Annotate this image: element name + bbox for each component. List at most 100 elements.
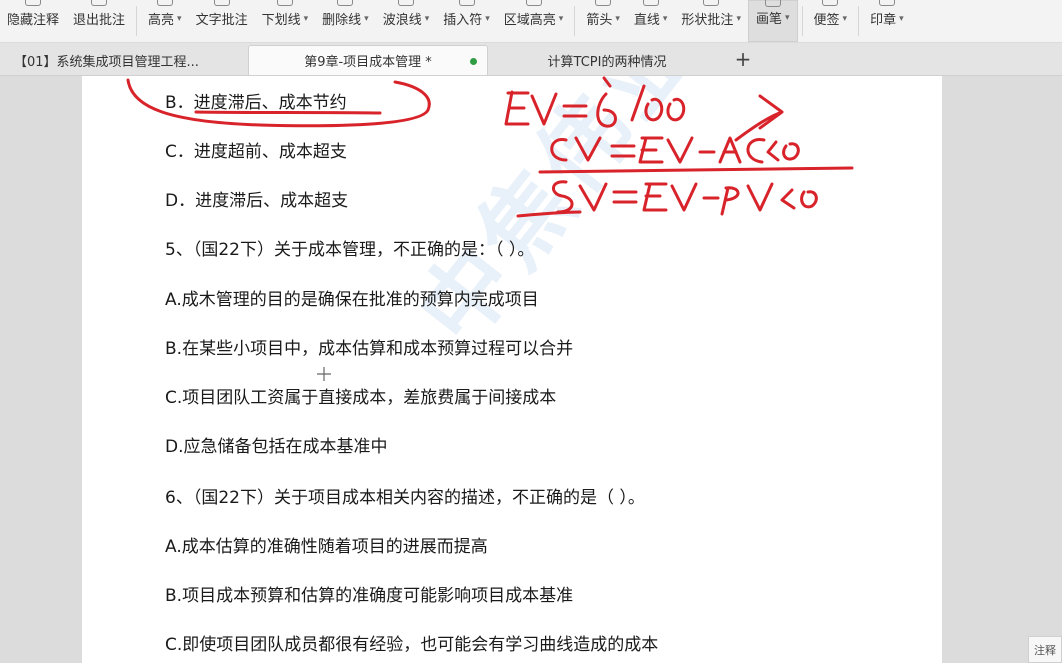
toolbar-button-row: 画笔 ▾ <box>756 8 790 41</box>
crosshair-cursor-icon <box>317 367 331 381</box>
chevron-down-icon: ▾ <box>736 13 741 24</box>
toolbar-button-label: 隐藏注释 <box>7 13 60 28</box>
toolbar-button-label: 高亮 <box>148 13 175 28</box>
toolbar-button-label: 波浪线 <box>382 13 422 28</box>
toolbar-button-label: 插入符 <box>443 13 483 28</box>
toolbar-button-11[interactable]: 形状批注 ▾ <box>674 0 748 42</box>
toolbar-button-10[interactable]: 直线 ▾ <box>627 0 675 42</box>
toolbar-button-4[interactable]: 下划线 ▾ <box>255 0 316 42</box>
toolbar-button-row: 文字批注 <box>196 9 248 42</box>
unsaved-dot-icon <box>470 58 477 65</box>
strikethrough-icon <box>337 0 354 6</box>
toolbar-separator <box>801 6 803 36</box>
annotation-toolbar: 隐藏注释 退出批注 高亮 ▾ 文字批注 下划线 ▾ 删除线 ▾ 波浪线 ▾ 插入符 ▾ 区域高亮 ▾ 箭头 ▾ 直… <box>0 0 1062 43</box>
toolbar-button-label: 直线 <box>633 13 660 28</box>
question-6-text: 6、（国22下）关于项目成本相关内容的描述，不正确的是（ ）。 <box>165 488 645 508</box>
toolbar-button-row: 形状批注 ▾ <box>681 9 741 42</box>
toolbar-button-0[interactable]: 隐藏注释 <box>0 0 66 42</box>
tab-label: 计算TCPI的两种情况 <box>547 54 667 70</box>
chevron-down-icon: ▾ <box>485 13 490 24</box>
toolbar-button-1[interactable]: 退出批注 <box>66 0 132 42</box>
toolbar-button-row: 隐藏注释 <box>7 9 59 42</box>
chevron-down-icon: ▾ <box>424 13 430 24</box>
toolbar-button-label: 区域高亮 <box>503 13 556 28</box>
toolbar-button-2[interactable]: 高亮 ▾ <box>141 0 189 42</box>
toolbar-button-12[interactable]: 画笔 ▾ <box>747 0 798 42</box>
toolbar-button-row: 高亮 ▾ <box>148 9 182 42</box>
toolbar-button-label: 画笔 <box>755 12 782 27</box>
text-annotation-icon <box>213 0 230 6</box>
q5-option-a: A.成木管理的目的是确保在批准的预算内完成项目 <box>165 290 539 310</box>
toolbar-button-row: 删除线 ▾ <box>322 9 369 42</box>
toolbar-button-14[interactable]: 印章 ▾ <box>863 0 911 42</box>
option-c-text: C．进度超前、成本超支 <box>165 142 347 162</box>
underline-icon <box>276 0 293 6</box>
toolbar-button-8[interactable]: 区域高亮 ▾ <box>497 0 571 42</box>
option-d-text: D．进度滞后、成本超支 <box>165 191 349 211</box>
toolbar-button-9[interactable]: 箭头 ▾ <box>579 0 627 42</box>
toolbar-button-row: 插入符 ▾ <box>443 9 490 42</box>
document-page: 中焦伟业 B．进度滞后、成本节约 C．进度超前、成本超支 D．进度滞后、成本超支… <box>82 76 942 663</box>
q6-option-a: A.成本估算的准确性随着项目的进展而提高 <box>165 537 488 557</box>
toolbar-button-6[interactable]: 波浪线 ▾ <box>376 0 437 42</box>
toolbar-button-label: 箭头 <box>586 13 613 28</box>
toolbar-button-row: 印章 ▾ <box>870 9 904 42</box>
arrow-icon <box>595 0 612 6</box>
toolbar-button-label: 下划线 <box>261 13 301 28</box>
hide-annotation-icon <box>25 0 41 6</box>
insert-caret-icon <box>458 0 475 6</box>
q5-option-b: B.在某些小项目中，成本估算和成本预算过程可以合并 <box>165 339 574 359</box>
chevron-down-icon: ▾ <box>364 13 369 24</box>
tab-label: 第9章-项目成本管理 * <box>304 55 432 70</box>
toolbar-button-5[interactable]: 删除线 ▾ <box>315 0 376 42</box>
toolbar-button-label: 文字批注 <box>195 13 248 28</box>
new-tab-button[interactable]: + <box>733 47 753 71</box>
toolbar-button-row: 波浪线 ▾ <box>383 9 430 42</box>
toolbar-button-row: 便签 ▾ <box>814 9 848 42</box>
stamp-icon <box>878 0 895 6</box>
toolbar-button-row: 箭头 ▾ <box>586 9 620 42</box>
question-5-text: 5、（国22下）关于成本管理，不正确的是：（ ）。 <box>165 240 535 260</box>
toolbar-button-row: 直线 ▾ <box>634 9 668 42</box>
chevron-down-icon: ▾ <box>899 13 904 24</box>
toolbar-separator <box>574 6 576 36</box>
toolbar-button-3[interactable]: 文字批注 <box>189 0 255 42</box>
toolbar-separator <box>858 6 860 36</box>
option-b-text: B．进度滞后、成本节约 <box>165 93 347 113</box>
tab-bar: 【01】系统集成项目管理工程... 第9章-项目成本管理 * 计算TCPI的两种… <box>0 43 1062 76</box>
shape-annotation-icon <box>703 0 720 6</box>
toolbar-button-label: 删除线 <box>322 13 362 28</box>
chevron-down-icon: ▾ <box>842 13 848 24</box>
pen-icon <box>764 0 781 7</box>
toolbar-button-row: 下划线 ▾ <box>262 9 309 42</box>
tab-tcpi[interactable]: 计算TCPI的两种情况 <box>492 45 722 75</box>
exit-annotation-icon <box>91 0 108 6</box>
q5-option-d: D.应急储备包括在成本基准中 <box>165 437 388 457</box>
toolbar-button-7[interactable]: 插入符 ▾ <box>436 0 497 42</box>
watermark: 中焦伟业 <box>398 76 718 364</box>
toolbar-button-row: 退出批注 <box>73 9 125 42</box>
toolbar-button-label: 印章 <box>870 13 897 28</box>
document-viewport[interactable]: 中焦伟业 B．进度滞后、成本节约 C．进度超前、成本超支 D．进度滞后、成本超支… <box>0 76 1062 663</box>
chevron-down-icon: ▾ <box>784 12 790 23</box>
toolbar-button-label: 便签 <box>813 13 840 28</box>
toolbar-button-13[interactable]: 便签 ▾ <box>807 0 855 42</box>
highlight-icon <box>156 0 173 6</box>
toolbar-separator <box>136 6 138 36</box>
chevron-down-icon: ▾ <box>303 13 309 24</box>
toolbar-button-label: 退出批注 <box>73 13 126 28</box>
chevron-down-icon: ▾ <box>615 13 620 24</box>
line-icon <box>642 0 659 6</box>
tab-chapter9-cost[interactable]: 第9章-项目成本管理 * <box>248 45 488 75</box>
wavy-line-icon <box>397 0 414 6</box>
annotation-panel-badge[interactable]: 注释 <box>1028 636 1062 663</box>
toolbar-button-label: 形状批注 <box>681 13 734 28</box>
chevron-down-icon: ▾ <box>177 13 182 24</box>
q5-option-c: C.项目团队工资属于直接成本，差旅费属于间接成本 <box>165 388 557 408</box>
area-highlight-icon <box>525 0 542 6</box>
tab-system-integration[interactable]: 【01】系统集成项目管理工程... <box>4 45 244 75</box>
chevron-down-icon: ▾ <box>558 13 564 24</box>
tab-label: 【01】系统集成项目管理工程... <box>14 54 199 70</box>
q6-option-c: C.即使项目团队成员都很有经验，也可能会有学习曲线造成的成本 <box>165 635 659 655</box>
q6-option-b: B.项目成本预算和估算的准确度可能影响项目成本基准 <box>165 586 574 606</box>
